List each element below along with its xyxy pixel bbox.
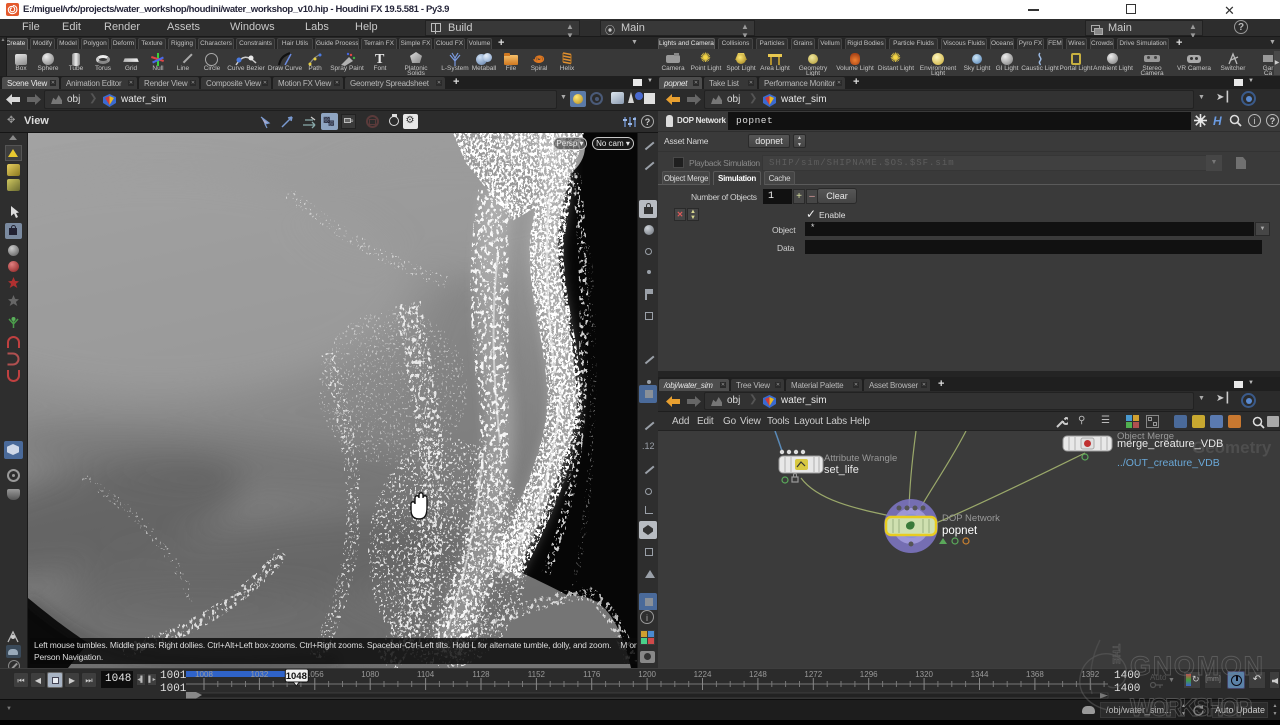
svg-text:1152: 1152 [528, 670, 546, 679]
svg-text:1320: 1320 [915, 670, 933, 679]
svg-text:1176: 1176 [583, 670, 601, 679]
svg-text:1296: 1296 [860, 670, 878, 679]
svg-text:1200: 1200 [638, 670, 656, 679]
svg-text:1248: 1248 [749, 670, 767, 679]
svg-text:set_life: set_life [824, 464, 859, 476]
svg-text:Attribute Wrangle: Attribute Wrangle [824, 453, 897, 464]
svg-text:DOP Network: DOP Network [942, 513, 1000, 524]
svg-text:1272: 1272 [804, 670, 822, 679]
svg-text:1032: 1032 [251, 670, 269, 679]
svg-text:1128: 1128 [472, 670, 490, 679]
svg-text:popnet: popnet [942, 525, 978, 537]
svg-text:../OUT_creature_VDB: ../OUT_creature_VDB [1117, 457, 1220, 469]
svg-text:1368: 1368 [1026, 670, 1044, 679]
svg-text:1104: 1104 [417, 670, 435, 679]
svg-text:1008: 1008 [195, 670, 213, 679]
svg-text:1080: 1080 [361, 670, 379, 679]
svg-text:1048: 1048 [286, 671, 307, 682]
svg-text:1392: 1392 [1081, 670, 1099, 679]
svg-text:merge_creature_VDB: merge_creature_VDB [1117, 438, 1223, 450]
svg-text:1344: 1344 [971, 670, 989, 679]
svg-text:1224: 1224 [694, 670, 712, 679]
